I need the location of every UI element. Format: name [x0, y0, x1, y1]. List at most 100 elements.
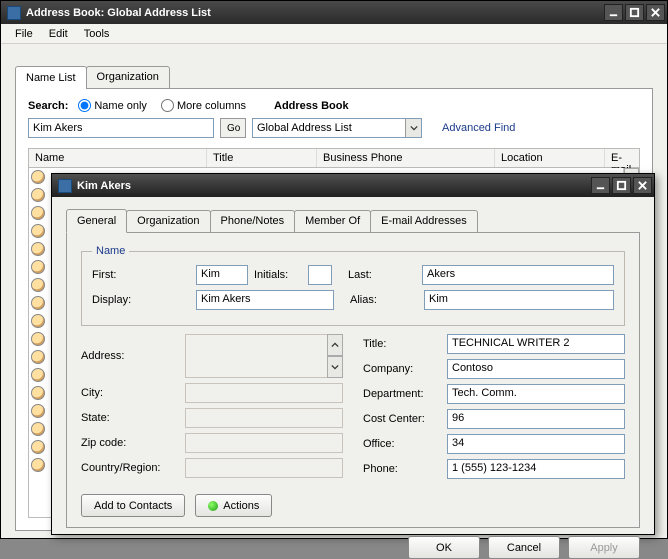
maximize-button[interactable]	[625, 4, 644, 21]
close-button[interactable]	[646, 4, 665, 21]
radio-more-columns-label: More columns	[177, 100, 246, 112]
actions-label: Actions	[223, 500, 259, 512]
person-icon[interactable]	[31, 314, 45, 328]
label-last: Last:	[338, 269, 416, 281]
field-office[interactable]: 34	[447, 434, 625, 454]
field-display[interactable]: Kim Akers	[196, 290, 334, 310]
radio-name-only[interactable]: Name only	[78, 99, 147, 112]
field-company[interactable]: Contoso	[447, 359, 625, 379]
dialog-body: General Organization Phone/Notes Member …	[52, 198, 654, 534]
address-book-combo[interactable]: Global Address List	[252, 118, 422, 138]
dialog-title-text: Kim Akers	[77, 180, 589, 192]
field-first[interactable]: Kim	[196, 265, 248, 285]
address-up-button[interactable]	[327, 334, 343, 356]
person-icon[interactable]	[31, 188, 45, 202]
main-titlebar: Address Book: Global Address List	[1, 1, 667, 24]
ok-button[interactable]: OK	[408, 536, 480, 559]
radio-name-only-input[interactable]	[78, 99, 91, 112]
search-label: Search:	[28, 100, 68, 112]
presence-icon	[208, 501, 218, 511]
advanced-find-link[interactable]: Advanced Find	[442, 122, 515, 134]
person-icon[interactable]	[31, 206, 45, 220]
tab-general[interactable]: General	[66, 209, 127, 233]
search-input-row: Go Global Address List Advanced Find	[28, 118, 640, 138]
menu-tools[interactable]: Tools	[76, 26, 118, 42]
dialog-close-button[interactable]	[633, 177, 652, 194]
chevron-down-icon[interactable]	[405, 119, 421, 137]
field-last[interactable]: Akers	[422, 265, 614, 285]
col-name[interactable]: Name	[29, 149, 207, 167]
add-to-contacts-button[interactable]: Add to Contacts	[81, 494, 185, 517]
person-icon[interactable]	[31, 458, 45, 472]
tab-organization[interactable]: Organization	[86, 66, 170, 88]
cancel-button[interactable]: Cancel	[488, 536, 560, 559]
label-office: Office:	[363, 438, 441, 450]
person-icon[interactable]	[31, 422, 45, 436]
main-tabstrip: Name List Organization	[15, 65, 663, 88]
actions-button[interactable]: Actions	[195, 494, 272, 517]
person-icon[interactable]	[31, 332, 45, 346]
field-address[interactable]	[185, 334, 343, 378]
list-rows	[31, 170, 45, 472]
tab-name-list[interactable]: Name List	[15, 66, 87, 89]
dialog-minimize-button[interactable]	[591, 177, 610, 194]
person-icon[interactable]	[31, 368, 45, 382]
tab-phone-notes[interactable]: Phone/Notes	[210, 210, 296, 232]
dialog-tabstrip: General Organization Phone/Notes Member …	[66, 208, 640, 232]
menu-edit[interactable]: Edit	[41, 26, 76, 42]
col-email[interactable]: E-mail	[605, 149, 639, 167]
label-company: Company:	[363, 363, 441, 375]
radio-more-columns[interactable]: More columns	[161, 99, 246, 112]
go-button[interactable]: Go	[220, 118, 246, 138]
list-header: Name Title Business Phone Location E-mai…	[28, 148, 640, 168]
col-title[interactable]: Title	[207, 149, 317, 167]
person-icon[interactable]	[31, 386, 45, 400]
tab-member-of[interactable]: Member Of	[294, 210, 371, 232]
tab-dlg-organization[interactable]: Organization	[126, 210, 210, 232]
field-zip[interactable]	[185, 433, 343, 453]
field-alias[interactable]: Kim	[424, 290, 614, 310]
apply-button[interactable]: Apply	[568, 536, 640, 559]
search-input[interactable]	[28, 118, 214, 138]
field-phone[interactable]: 1 (555) 123-1234	[447, 459, 625, 479]
person-icon[interactable]	[31, 260, 45, 274]
name-fieldset: Name First: Kim Initials: Last: Akers Di…	[81, 245, 625, 326]
label-zip: Zip code:	[81, 437, 179, 449]
contact-card-icon	[58, 179, 72, 193]
label-city: City:	[81, 387, 179, 399]
col-business-phone[interactable]: Business Phone	[317, 149, 495, 167]
field-initials[interactable]	[308, 265, 332, 285]
address-book-label: Address Book	[274, 100, 349, 112]
search-options-row: Search: Name only More columns Address B…	[28, 99, 640, 112]
field-department[interactable]: Tech. Comm.	[447, 384, 625, 404]
field-cost-center[interactable]: 96	[447, 409, 625, 429]
col-location[interactable]: Location	[495, 149, 605, 167]
label-initials: Initials:	[254, 269, 302, 281]
address-book-icon	[7, 6, 21, 20]
person-icon[interactable]	[31, 404, 45, 418]
minimize-button[interactable]	[604, 4, 623, 21]
radio-more-columns-input[interactable]	[161, 99, 174, 112]
person-icon[interactable]	[31, 296, 45, 310]
address-down-button[interactable]	[327, 356, 343, 378]
person-icon[interactable]	[31, 170, 45, 184]
details-right-col: Title: TECHNICAL WRITER 2 Company: Conto…	[363, 334, 625, 484]
person-icon[interactable]	[31, 224, 45, 238]
person-icon[interactable]	[31, 440, 45, 454]
field-city[interactable]	[185, 383, 343, 403]
address-book-value: Global Address List	[253, 122, 405, 134]
label-country: Country/Region:	[81, 462, 179, 474]
contact-dialog: Kim Akers General Organization Phone/Not…	[51, 173, 655, 535]
field-country[interactable]	[185, 458, 343, 478]
dialog-maximize-button[interactable]	[612, 177, 631, 194]
menu-file[interactable]: File	[7, 26, 41, 42]
person-icon[interactable]	[31, 350, 45, 364]
name-legend: Name	[92, 245, 129, 257]
person-icon[interactable]	[31, 242, 45, 256]
field-state[interactable]	[185, 408, 343, 428]
person-icon[interactable]	[31, 278, 45, 292]
details-columns: Address: City:	[81, 334, 625, 484]
tab-email-addresses[interactable]: E-mail Addresses	[370, 210, 478, 232]
field-jobtitle[interactable]: TECHNICAL WRITER 2	[447, 334, 625, 354]
label-jobtitle: Title:	[363, 338, 441, 350]
